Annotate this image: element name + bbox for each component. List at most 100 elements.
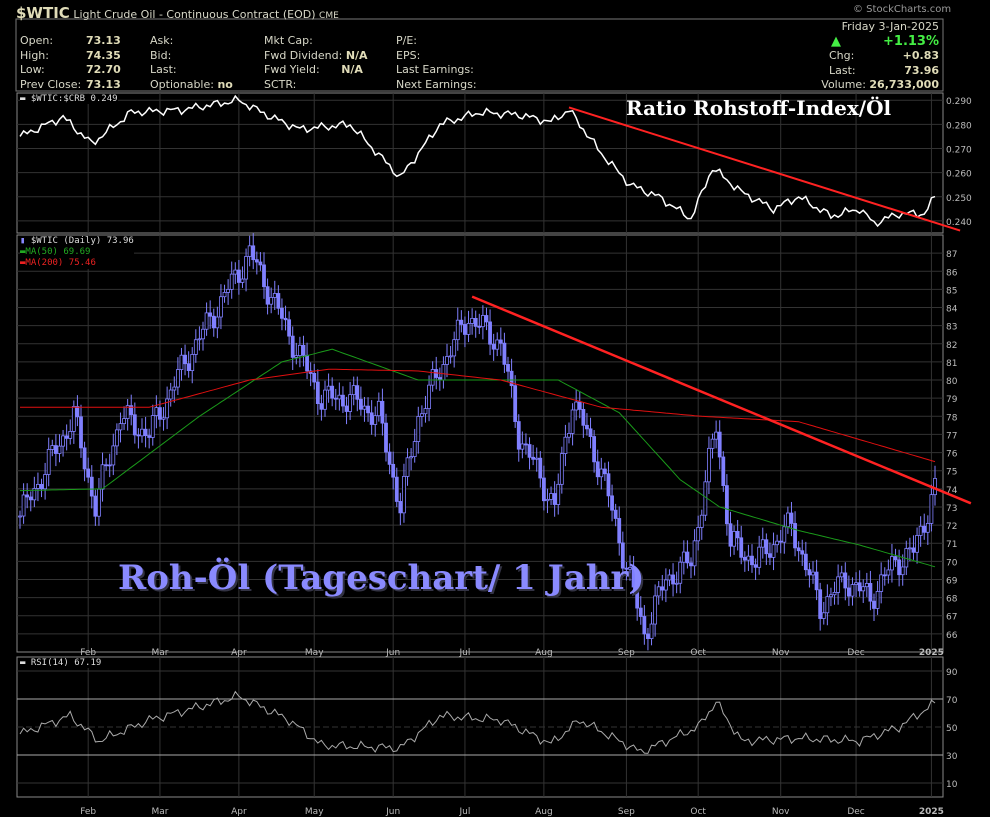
candle	[366, 405, 370, 414]
candle	[922, 525, 927, 533]
candle	[929, 494, 934, 524]
candle	[373, 415, 378, 425]
month-label-main: Dec	[847, 648, 864, 658]
y-tick-label: 71	[946, 540, 957, 550]
candle	[656, 586, 661, 597]
candle	[710, 438, 715, 449]
candle	[107, 464, 112, 467]
candle	[315, 381, 320, 404]
y-tick-label: 66	[946, 631, 958, 641]
candle	[868, 583, 873, 602]
candle	[836, 576, 841, 593]
candle	[190, 354, 195, 371]
month-label-bottom: Nov	[772, 807, 790, 817]
candle	[674, 582, 679, 585]
y-tick-label: 81	[946, 359, 957, 369]
candle	[821, 612, 826, 619]
quote-col4: P/E: EPS: Last Earnings: Next Earnings:	[396, 34, 477, 91]
candle	[502, 342, 507, 365]
y-tick-label: 85	[946, 286, 957, 296]
candle	[326, 385, 331, 391]
candle	[183, 354, 187, 365]
stockchart: 0.240 0.250 0.260 0.270 0.280 0.290 66 67 68 69 70…	[0, 0, 990, 817]
month-label-bottom: Feb	[80, 807, 96, 817]
month-label-bottom: Aug	[535, 807, 553, 817]
month-label-bottom: Jun	[385, 807, 400, 817]
candle	[330, 385, 335, 399]
candle	[57, 445, 62, 454]
candle	[520, 443, 525, 450]
candle	[419, 413, 424, 417]
candle	[739, 537, 744, 558]
y-tick-label: 84	[946, 305, 958, 315]
candle	[118, 423, 123, 431]
candle	[764, 539, 769, 555]
quote-col1: Open: High: Low: Prev Close:	[20, 34, 82, 91]
y-tick-label: 87	[946, 250, 957, 260]
candle	[811, 571, 815, 576]
candle	[319, 403, 324, 410]
candle	[789, 512, 794, 524]
month-label-bottom: Apr	[231, 807, 247, 817]
candle	[384, 422, 388, 453]
candle	[283, 317, 288, 321]
candle	[75, 406, 80, 418]
candle	[735, 531, 740, 539]
candle	[663, 579, 668, 591]
candle	[197, 338, 202, 341]
ratio-legend: ▬ $WTIC:$CRB 0.249	[20, 94, 118, 104]
candle	[36, 484, 40, 489]
candle	[707, 447, 711, 483]
candle	[746, 555, 751, 561]
y-tick-label: 69	[946, 576, 958, 586]
y-tick-label: 83	[946, 323, 957, 333]
candle	[186, 363, 191, 371]
candle	[617, 518, 622, 544]
candle	[925, 522, 930, 533]
candle	[46, 449, 51, 475]
candle	[714, 431, 719, 440]
candle	[771, 544, 776, 558]
candle	[402, 476, 406, 514]
candle	[857, 582, 862, 592]
candle	[610, 495, 614, 511]
ratio-annotation: Ratio Rohstoff-Index/Öl	[626, 96, 892, 120]
percent-change: +1.13%	[883, 33, 939, 49]
candle	[158, 407, 162, 420]
candle	[818, 589, 823, 619]
candle	[380, 400, 385, 424]
candle	[376, 400, 381, 417]
candle	[355, 385, 360, 400]
candle	[477, 325, 482, 328]
candle	[480, 315, 485, 328]
candle	[742, 556, 747, 561]
price-annotation: Roh-Öl (Tageschart/ 1 Jahr)	[118, 558, 645, 598]
candle	[452, 339, 457, 357]
candle	[696, 527, 701, 542]
month-label-bottom: Dec	[847, 807, 864, 817]
candle	[64, 435, 69, 439]
candle	[907, 547, 912, 550]
candle	[100, 464, 105, 490]
candle	[724, 485, 729, 525]
candle	[344, 405, 349, 412]
candle	[778, 540, 783, 543]
y-tick-label: 90	[946, 668, 958, 678]
quote-col3: Mkt Cap: Fwd Dividend: N/A Fwd Yield: N/A S…	[264, 34, 368, 91]
candle	[689, 562, 693, 567]
candle	[337, 394, 342, 400]
y-tick-label: 0.290	[946, 97, 972, 107]
candle	[215, 316, 220, 329]
candle	[757, 546, 762, 568]
candle	[161, 417, 166, 420]
candle	[427, 384, 431, 410]
candle	[247, 245, 252, 257]
candle	[68, 431, 73, 439]
candle	[832, 592, 837, 596]
candle	[219, 296, 223, 318]
y-tick-label: 76	[946, 450, 958, 460]
candle	[28, 496, 33, 501]
candle	[459, 319, 464, 325]
candle	[649, 623, 654, 639]
candle	[111, 445, 116, 466]
